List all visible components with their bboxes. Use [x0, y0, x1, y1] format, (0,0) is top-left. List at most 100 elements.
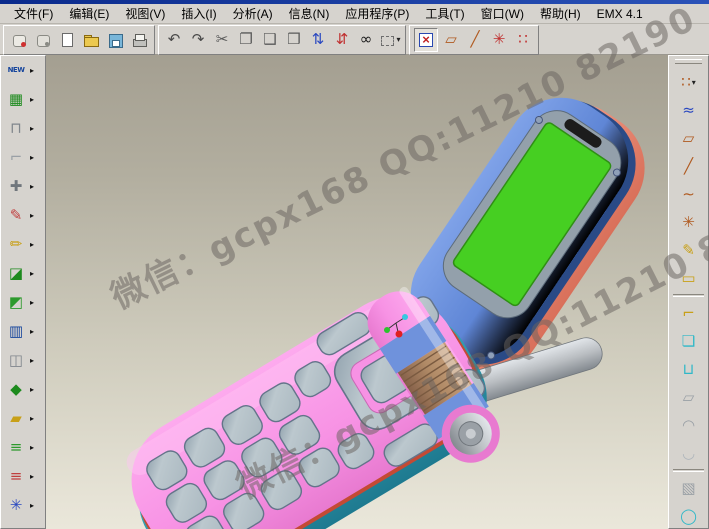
datum-point-button[interactable]: ✎: [678, 239, 700, 261]
emx-bom-list-button[interactable]: ≡: [5, 466, 27, 488]
emx-bom-list-row: ≡▸: [1, 462, 45, 491]
snap-quadrant-button[interactable]: ▱: [440, 29, 462, 51]
edge-blend-button[interactable]: ◡: [678, 442, 700, 464]
menu-insert[interactable]: 插入(I): [173, 3, 224, 24]
emx-loader-arm-flyout-icon[interactable]: ▸: [30, 385, 34, 394]
emx-cam-insert-flyout-icon[interactable]: ▸: [30, 298, 34, 307]
graphics-canvas[interactable]: [46, 55, 668, 529]
line-button[interactable]: ╱: [678, 155, 700, 177]
trim-sheet-button[interactable]: ▱: [678, 386, 700, 408]
csys-green-dot: [384, 327, 390, 333]
face-blend-button[interactable]: ◠: [678, 414, 700, 436]
phone-3d-model[interactable]: [46, 55, 668, 529]
emx-dowel-pin-flyout-icon[interactable]: ▸: [30, 211, 34, 220]
paste-special-button[interactable]: ❒: [283, 29, 305, 51]
emx-cooling-row: ✳▸: [1, 491, 45, 520]
emx-ejector-flyout-icon[interactable]: ▸: [30, 327, 34, 336]
emx-cooling-flyout-icon[interactable]: ▸: [30, 501, 34, 510]
emx-sleeve-button[interactable]: ◫: [5, 350, 27, 372]
sheet-body-button[interactable]: ❏: [678, 330, 700, 352]
open-part-button[interactable]: [32, 29, 54, 51]
extrude-body-button[interactable]: ▧: [678, 477, 700, 499]
emx-dowel-pin-button[interactable]: ✎: [5, 205, 27, 227]
csys-red-dot: [396, 331, 403, 338]
studio-spline-button[interactable]: ≈: [678, 99, 700, 121]
emx-sleeve-flyout-icon[interactable]: ▸: [30, 356, 34, 365]
emx-screw-icon: ⊓: [10, 121, 22, 136]
emx-bolt-flyout-icon[interactable]: ▸: [30, 182, 34, 191]
paste-button[interactable]: ❑: [259, 29, 281, 51]
snap-intersection-button[interactable]: ✳: [488, 29, 510, 51]
new-file-button[interactable]: [56, 29, 78, 51]
menu-application[interactable]: 应用程序(P): [337, 3, 417, 24]
work-area: NEW▸▦▸⊓▸⌐▸✚▸✎▸✏▸◪▸◩▸▥▸◫▸◆▸▰▸≡▸≡▸✳▸◎▸ ∷▾≈…: [0, 55, 709, 529]
emx-moldbase-flyout-icon[interactable]: ▸: [30, 95, 34, 104]
point-button[interactable]: ∷▾: [678, 71, 700, 93]
menu-tools[interactable]: 工具(T): [417, 3, 472, 24]
revolve-body-button[interactable]: ◯: [678, 505, 700, 527]
menu-information[interactable]: 信息(N): [281, 3, 338, 24]
selection-filter-dropdown-icon[interactable]: ▾: [396, 35, 400, 44]
print-button[interactable]: [128, 29, 150, 51]
emx-new-project-button[interactable]: NEW: [5, 60, 27, 82]
menu-edit[interactable]: 编辑(E): [61, 3, 117, 24]
undo-button[interactable]: ↶: [163, 29, 185, 51]
emx-gate-button[interactable]: ▰: [5, 408, 27, 430]
emx-cam-insert-button[interactable]: ◩: [5, 292, 27, 314]
emx-stack-plates-button[interactable]: ≡: [5, 437, 27, 459]
sketch-button[interactable]: ▭: [678, 267, 700, 289]
cut-button[interactable]: ✂: [211, 29, 233, 51]
copy-button[interactable]: ❐: [235, 29, 257, 51]
emx-new-project-flyout-icon[interactable]: ▸: [30, 66, 34, 75]
emx-gate-icon: ▰: [10, 411, 22, 426]
find-button[interactable]: ∞: [355, 29, 377, 51]
emx-misc-button[interactable]: ◎: [5, 524, 27, 529]
emx-screw-flyout-icon[interactable]: ▸: [30, 124, 34, 133]
emx-lifter-button[interactable]: ⌐: [5, 147, 27, 169]
emx-slide-flyout-icon[interactable]: ▸: [30, 269, 34, 278]
copy-icon: ❐: [239, 32, 252, 47]
paste-icon: ❑: [263, 32, 276, 47]
emx-gate-flyout-icon[interactable]: ▸: [30, 414, 34, 423]
emx-loader-arm-icon: ◆: [10, 382, 22, 397]
snap-group: ▱╱✳∷: [409, 25, 539, 55]
emx-loader-arm-button[interactable]: ◆: [5, 379, 27, 401]
snap-existing-point-button[interactable]: ∷: [512, 29, 534, 51]
emx-ejector-button[interactable]: ▥: [5, 321, 27, 343]
rectangle-button[interactable]: ▱: [678, 127, 700, 149]
menu-help[interactable]: 帮助(H): [532, 3, 589, 24]
emx-electrode-button[interactable]: ✏: [5, 234, 27, 256]
emx-screw-button[interactable]: ⊓: [5, 118, 27, 140]
bounded-plane-button[interactable]: ⌐: [678, 302, 700, 324]
update-display-button[interactable]: ⇅: [307, 29, 329, 51]
emx-stack-plates-flyout-icon[interactable]: ▸: [30, 443, 34, 452]
emx-bolt-button[interactable]: ✚: [5, 176, 27, 198]
emx-slide-button[interactable]: ◪: [5, 263, 27, 285]
emx-electrode-flyout-icon[interactable]: ▸: [30, 240, 34, 249]
menu-file[interactable]: 文件(F): [6, 3, 61, 24]
new-part-button[interactable]: [8, 29, 30, 51]
emx-moldbase-button[interactable]: ▦: [5, 89, 27, 111]
arc-curve-button[interactable]: ∼: [678, 183, 700, 205]
menu-analysis[interactable]: 分析(A): [225, 3, 281, 24]
emx-stack-plates-icon: ≡: [10, 440, 23, 455]
regenerate-button[interactable]: ⇵: [331, 29, 353, 51]
menu-window[interactable]: 窗口(W): [473, 3, 532, 24]
emx-bom-list-flyout-icon[interactable]: ▸: [30, 472, 34, 481]
selection-filter-button[interactable]: ▾: [379, 29, 401, 51]
save-button[interactable]: [104, 29, 126, 51]
point-dropdown-icon[interactable]: ▾: [692, 78, 696, 87]
toolbar-drag-handle[interactable]: [675, 59, 702, 64]
redo-button[interactable]: ↷: [187, 29, 209, 51]
emx-cooling-button[interactable]: ✳: [5, 495, 27, 517]
point-set-button[interactable]: ✳: [678, 211, 700, 233]
menu-view[interactable]: 视图(V): [117, 3, 173, 24]
snap-toggle-button[interactable]: [414, 28, 438, 52]
emx-lifter-flyout-icon[interactable]: ▸: [30, 153, 34, 162]
new-part-icon: [11, 32, 27, 48]
pocket-button[interactable]: ⊔: [678, 358, 700, 380]
bounded-plane-icon: ⌐: [682, 306, 695, 321]
menu-emx-version[interactable]: EMX 4.1: [589, 5, 651, 23]
snap-midpoint-button[interactable]: ╱: [464, 29, 486, 51]
open-button[interactable]: [80, 29, 102, 51]
